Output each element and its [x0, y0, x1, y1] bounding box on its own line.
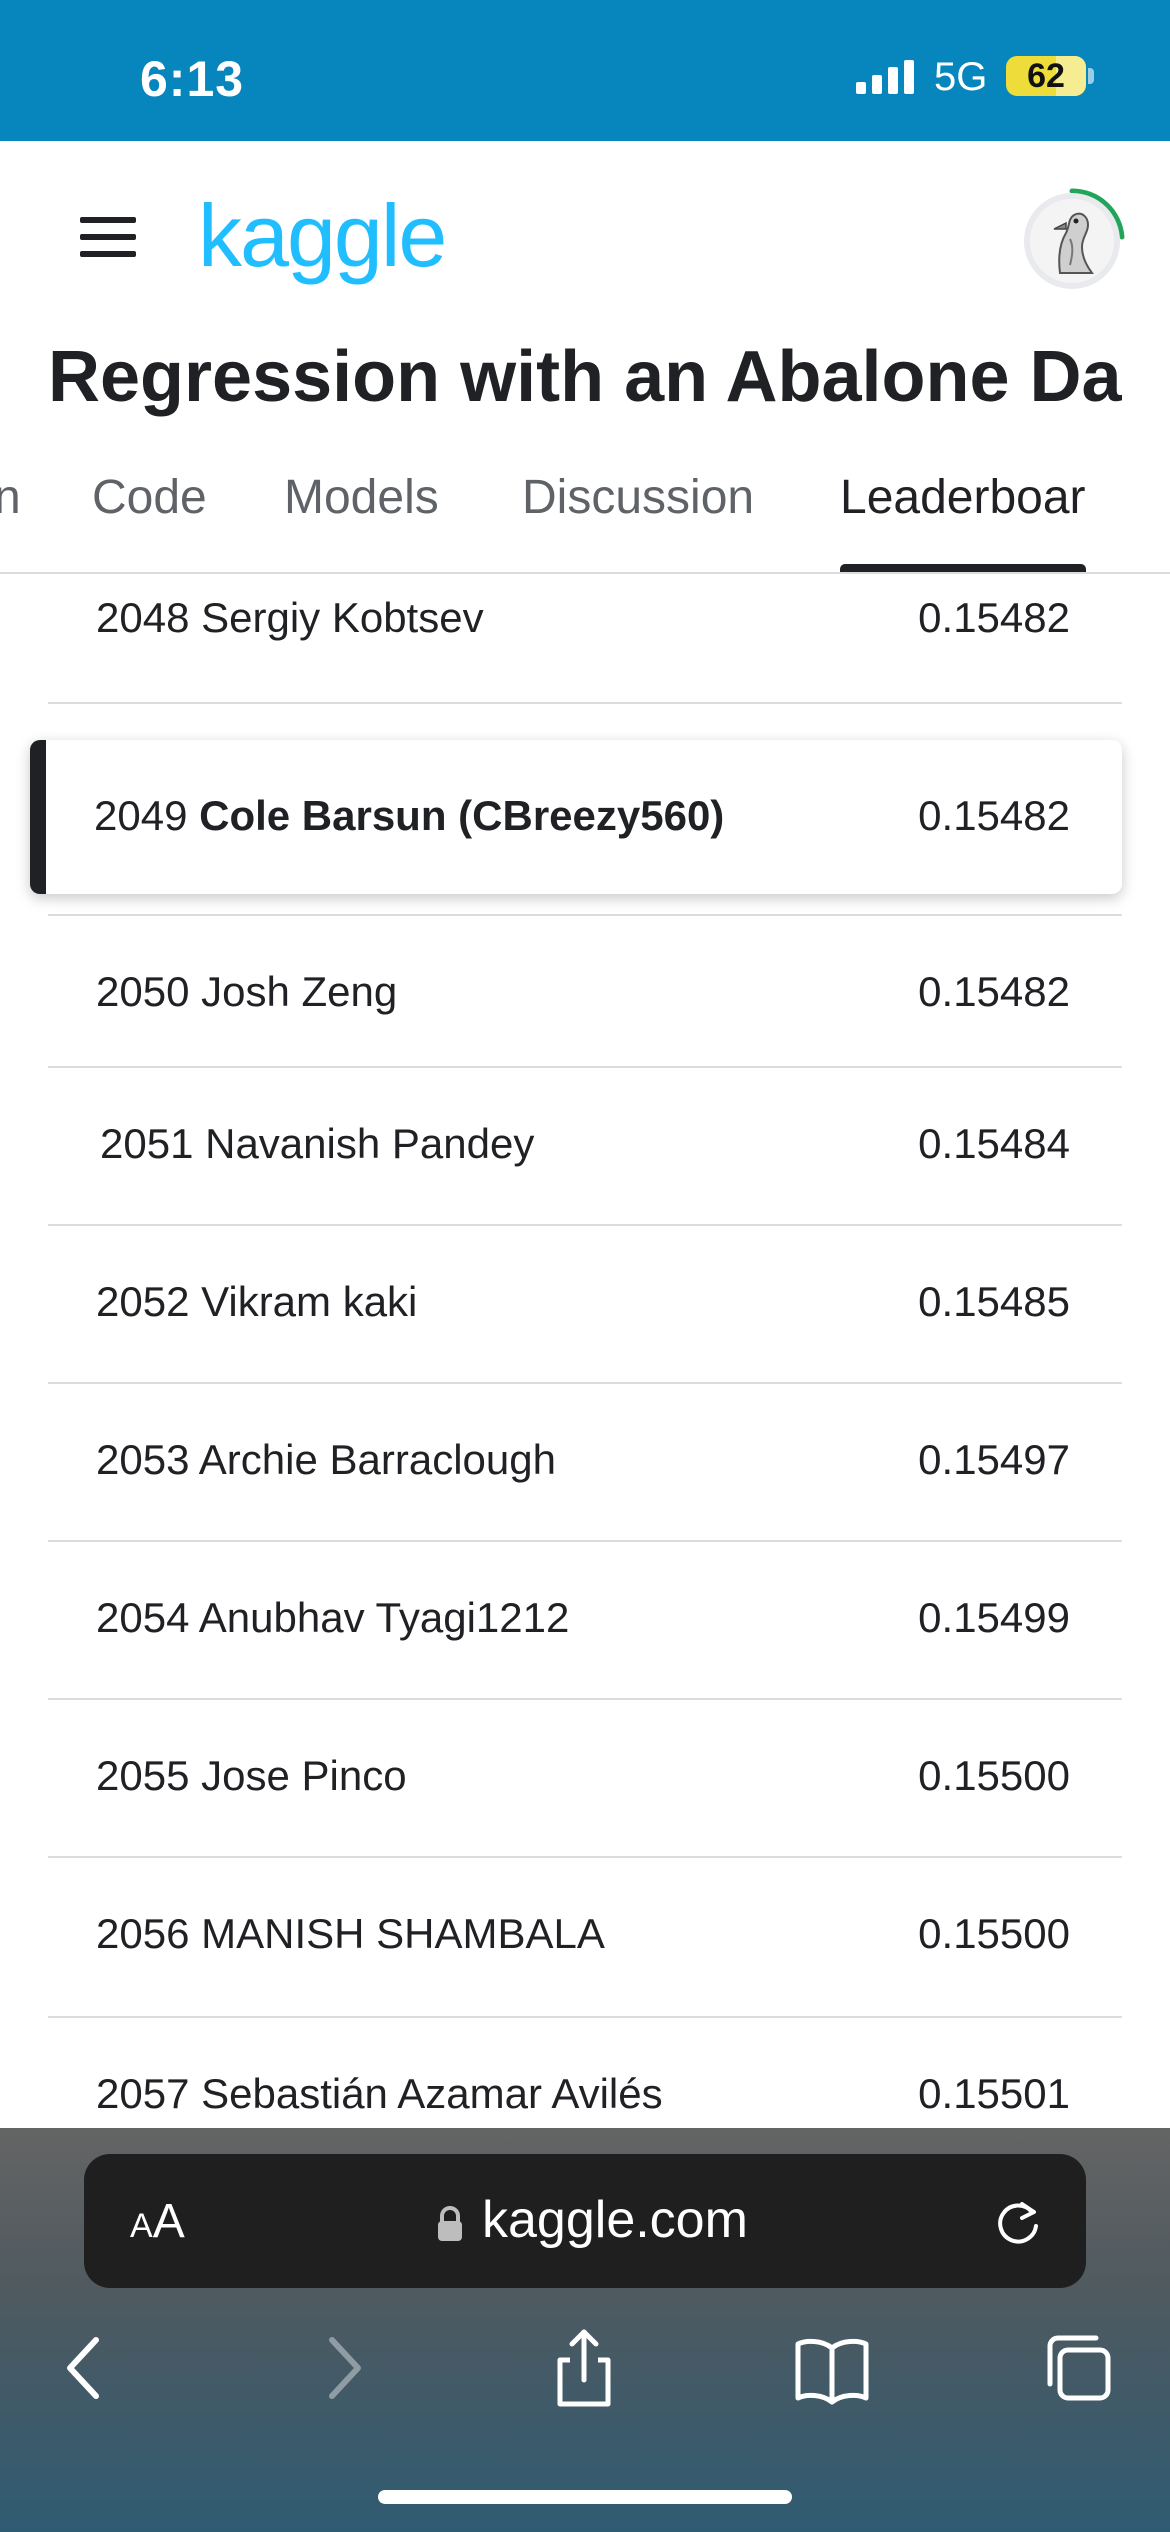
table-row[interactable]: 2054 Anubhav Tyagi1212 0.15499: [48, 1542, 1122, 1700]
address-bar[interactable]: AA kaggle.com: [84, 2154, 1086, 2288]
forward-arrow-icon[interactable]: [300, 2328, 380, 2408]
user-avatar[interactable]: [1024, 193, 1120, 289]
table-row[interactable]: 2048 Sergiy Kobtsev 0.15482: [48, 574, 1122, 704]
rank-and-name: 2052 Vikram kaki: [96, 1278, 418, 1325]
rank-and-name: 2048 Sergiy Kobtsev: [96, 594, 484, 641]
cellular-signal-icon: [856, 60, 914, 94]
battery-level: 62: [1027, 57, 1065, 95]
score: 0.15499: [918, 1594, 1070, 1641]
table-row-current-user[interactable]: 2049 Cole Barsun (CBreezy560) 0.15482: [30, 740, 1122, 894]
tab-leaderboard[interactable]: Leaderboar: [840, 470, 1086, 525]
score: 0.15482: [918, 594, 1070, 641]
score: 0.15484: [918, 1120, 1070, 1167]
back-arrow-icon[interactable]: [48, 2328, 128, 2408]
tabs-icon[interactable]: [1040, 2328, 1120, 2408]
network-type: 5G: [934, 55, 988, 99]
status-time: 6:13: [140, 51, 245, 107]
rank-and-name: 2050 Josh Zeng: [96, 968, 398, 1015]
table-row[interactable]: 2051 Navanish Pandey 0.15484: [48, 1068, 1122, 1226]
tab-models[interactable]: Models: [284, 470, 439, 525]
score: 0.15500: [918, 1910, 1070, 1957]
url-text[interactable]: kaggle.com: [482, 2190, 748, 2250]
rank-and-name: 2054 Anubhav Tyagi1212: [96, 1594, 570, 1641]
lock-icon: [438, 2206, 462, 2241]
active-tab-indicator: [840, 564, 1086, 572]
table-row[interactable]: 2050 Josh Zeng 0.15482: [48, 916, 1122, 1068]
rank-and-name: 2056 MANISH SHAMBALA: [96, 1910, 605, 1957]
home-indicator[interactable]: [378, 2490, 792, 2504]
bookmarks-icon[interactable]: [792, 2328, 872, 2408]
score: 0.15500: [918, 1752, 1070, 1799]
table-row[interactable]: 2052 Vikram kaki 0.15485: [48, 1226, 1122, 1384]
score: 0.15485: [918, 1278, 1070, 1325]
rank-and-name: 2053 Archie Barraclough: [96, 1436, 556, 1483]
competition-title: Regression with an Abalone Da: [48, 337, 1122, 417]
browser-toolbar: AA kaggle.com: [0, 2128, 1170, 2532]
rank-and-name: 2055 Jose Pinco: [96, 1752, 407, 1799]
site-header: kaggle: [0, 141, 1170, 331]
highlight-bar: [30, 740, 46, 894]
rank-and-name: 2057 Sebastián Azamar Avilés: [96, 2070, 663, 2117]
score: 0.15482: [918, 792, 1070, 839]
reader-text-size-button[interactable]: AA: [130, 2194, 185, 2249]
tab-code[interactable]: Code: [92, 470, 207, 525]
goose-avatar-icon: [1030, 199, 1114, 283]
score: 0.15482: [918, 968, 1070, 1015]
battery-tip: [1088, 68, 1094, 84]
kaggle-logo[interactable]: kaggle: [198, 185, 447, 287]
table-row[interactable]: 2057 Sebastián Azamar Avilés 0.15501: [48, 2018, 1122, 2128]
score: 0.15501: [918, 2070, 1070, 2117]
battery-icon: 62: [1006, 56, 1086, 96]
table-row[interactable]: 2056 MANISH SHAMBALA 0.15500: [48, 1858, 1122, 2018]
status-bar: 6:13 5G 62: [0, 0, 1170, 141]
table-row[interactable]: 2055 Jose Pinco 0.15500: [48, 1700, 1122, 1858]
table-row[interactable]: 2053 Archie Barraclough 0.15497: [48, 1384, 1122, 1542]
tab-discussion[interactable]: Discussion: [522, 470, 754, 525]
reload-icon[interactable]: [992, 2196, 1044, 2248]
tab-overview-partial[interactable]: n: [0, 470, 21, 525]
competition-tabs: n Code Models Discussion Leaderboar: [0, 460, 1170, 574]
share-icon[interactable]: [544, 2328, 624, 2408]
rank-and-name: 2049 Cole Barsun (CBreezy560): [94, 792, 725, 839]
rank-and-name: 2051 Navanish Pandey: [100, 1120, 535, 1167]
hamburger-menu-icon[interactable]: [66, 207, 150, 267]
leaderboard-list: 2048 Sergiy Kobtsev 0.15482 2049 Cole Ba…: [0, 574, 1170, 2128]
score: 0.15497: [918, 1436, 1070, 1483]
